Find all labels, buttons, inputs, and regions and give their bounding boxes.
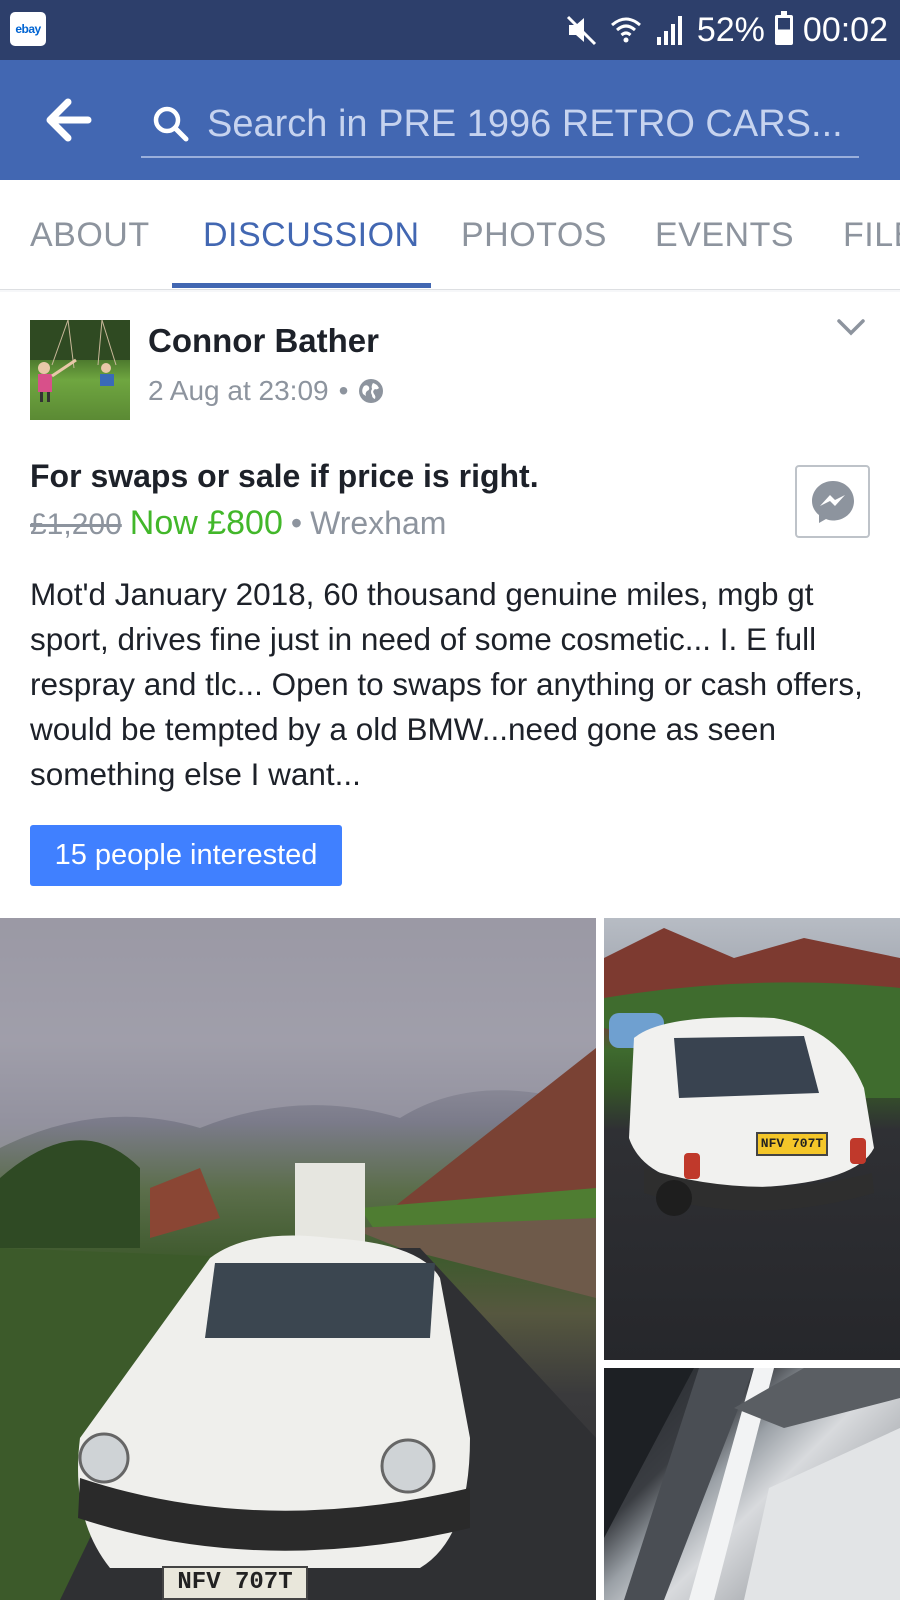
mute-icon xyxy=(566,15,596,46)
search-input[interactable] xyxy=(207,102,847,146)
active-tab-indicator xyxy=(172,283,431,288)
post-body-text: Mot'd January 2018, 60 thousand genuine … xyxy=(30,576,863,792)
messenger-icon xyxy=(811,480,854,523)
search-field[interactable] xyxy=(141,92,859,158)
car-photo-rear-image xyxy=(604,928,900,1216)
number-plate-rear: NFV 707T xyxy=(756,1132,828,1156)
tab-about[interactable]: ABOUT xyxy=(30,180,150,289)
ebay-app-icon: ebay xyxy=(10,12,46,46)
post-card: Connor Bather 2 Aug at 23:09 • For swaps… xyxy=(0,292,900,1600)
clock: 00:02 xyxy=(802,10,888,49)
search-header xyxy=(0,60,900,180)
number-plate-front: NFV 707T xyxy=(162,1566,308,1600)
interested-button[interactable]: 15 people interested xyxy=(30,825,342,886)
car-photo-detail[interactable] xyxy=(604,1368,900,1600)
post-author-name[interactable]: Connor Bather xyxy=(148,322,379,360)
chevron-down-icon[interactable] xyxy=(836,316,866,338)
battery-percent: 52% xyxy=(696,10,765,49)
price-line: £1,200 Now £800 • Wrexham xyxy=(30,504,446,543)
car-photo-main-image xyxy=(0,918,596,1600)
old-price: £1,200 xyxy=(30,508,122,541)
post-timestamp[interactable]: 2 Aug at 23:09 xyxy=(148,375,329,407)
meta-separator: • xyxy=(338,375,349,406)
tab-events[interactable]: EVENTS xyxy=(655,180,794,289)
signal-icon xyxy=(656,16,682,45)
status-icons: 52% 00:02 xyxy=(565,0,888,60)
status-bar: ebay 52% 00:02 xyxy=(0,0,900,60)
car-photo-rear[interactable]: NFV 707T xyxy=(604,918,900,1360)
tab-files[interactable]: FILES xyxy=(843,180,900,289)
new-price: Now £800 xyxy=(129,504,283,542)
listing-title: For swaps or sale if price is right. xyxy=(30,458,539,494)
back-arrow-icon[interactable] xyxy=(44,98,94,142)
avatar-image xyxy=(30,320,130,402)
price-separator: • xyxy=(290,505,303,541)
car-photo-detail-image xyxy=(604,1368,900,1600)
listing-location[interactable]: Wrexham xyxy=(310,505,446,542)
wifi-icon xyxy=(610,17,641,43)
globe-icon xyxy=(359,379,384,403)
tab-discussion[interactable]: DISCUSSION xyxy=(203,180,420,289)
group-tabs: ABOUT DISCUSSION PHOTOS EVENTS FILES xyxy=(0,180,900,290)
tab-photos[interactable]: PHOTOS xyxy=(461,180,607,289)
car-photo-main[interactable]: NFV 707T xyxy=(0,918,596,1600)
search-icon xyxy=(153,106,189,142)
avatar[interactable] xyxy=(30,320,130,420)
message-seller-button[interactable] xyxy=(795,465,870,538)
battery-icon xyxy=(774,11,793,45)
post-meta: 2 Aug at 23:09 • xyxy=(148,375,384,407)
